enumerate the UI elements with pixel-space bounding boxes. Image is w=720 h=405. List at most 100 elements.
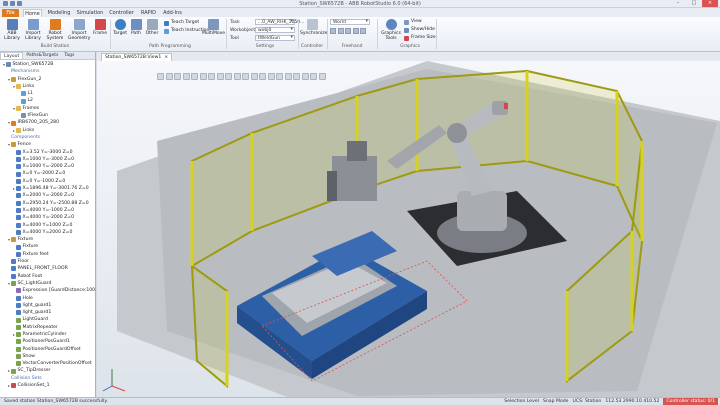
move-icon[interactable]: [330, 28, 336, 34]
tab-tags[interactable]: Tags: [61, 52, 77, 59]
view-tool-icon[interactable]: [174, 73, 181, 80]
view-tool-icon[interactable]: [182, 73, 190, 80]
tree-node[interactable]: tFlexGun: [0, 112, 95, 119]
view-tool-icon[interactable]: [157, 73, 164, 80]
tree-node[interactable]: X=0 Y=-2000 Z=0: [0, 170, 95, 177]
view-tool-icon[interactable]: [318, 73, 326, 80]
close-view-icon[interactable]: ×: [164, 54, 168, 61]
tree-node[interactable]: X=1000 Y=-2000 Z=0: [0, 163, 95, 170]
tree-category[interactable]: Components: [0, 134, 95, 141]
tab-home[interactable]: Home: [23, 9, 42, 17]
frame-button[interactable]: Frame: [92, 19, 108, 36]
view-tool-icon[interactable]: [225, 73, 232, 80]
view-tool-icon[interactable]: [250, 73, 258, 80]
tab-simulation[interactable]: Simulation: [76, 9, 104, 17]
jog-reorient-icon[interactable]: [360, 28, 366, 34]
robot-system-button[interactable]: Robot System: [45, 19, 65, 41]
tree-node[interactable]: ▸ X=1896.48 Y=-3001.76 Z=0: [0, 185, 95, 192]
tree-node[interactable]: ▾ IRB6700_205_280: [0, 119, 95, 126]
maximize-button[interactable]: □: [686, 0, 702, 7]
tree-node[interactable]: PANEL_FRONT_FLOOR: [0, 265, 95, 272]
tree-node[interactable]: light_guard1: [0, 309, 95, 316]
tree-node[interactable]: X=2950.24 Y=-2500.88 Z=0: [0, 200, 95, 207]
tree-node[interactable]: PositionerPosGuardOffset: [0, 346, 95, 353]
tab-controller[interactable]: Controller: [108, 9, 135, 17]
tree-node[interactable]: light_guard1: [0, 302, 95, 309]
tree-node[interactable]: X=4000 Y=-2000 Z=0: [0, 214, 95, 221]
view-tool-icon[interactable]: [242, 73, 249, 80]
tree-node[interactable]: X=4000 Y=1000 Z=0: [0, 222, 95, 229]
view-tab[interactable]: Station_SW6572B:View1 ×: [101, 53, 173, 61]
tree-node[interactable]: ▾ Fixture: [0, 236, 95, 243]
view-tool-icon[interactable]: [208, 73, 215, 80]
tab-rapid[interactable]: RAPID: [139, 9, 158, 17]
tree-node[interactable]: LightGuard: [0, 316, 95, 323]
controller-status-badge[interactable]: Controller status: 0/1: [663, 398, 718, 405]
tree-node[interactable]: ▾ SC_LightGuard: [0, 280, 95, 287]
tree-node[interactable]: ▾ Frames: [0, 105, 95, 112]
path-button[interactable]: Path: [129, 19, 143, 36]
tree-node[interactable]: ▾ Fence: [0, 141, 95, 148]
other-button[interactable]: Other: [144, 19, 160, 36]
snap-mode-button[interactable]: Snap Mode: [543, 398, 569, 405]
task-combo[interactable]: ...0_AW_RHK_1050...: [255, 19, 304, 25]
jog-joint-icon[interactable]: [345, 28, 351, 34]
jog-linear-icon[interactable]: [352, 28, 359, 34]
view-tool-icon[interactable]: [267, 73, 275, 80]
view-tool-icon[interactable]: [233, 73, 241, 80]
view-tool-icon[interactable]: [216, 73, 224, 80]
tree-node[interactable]: PositionerPosGuard1: [0, 338, 95, 345]
tree-node[interactable]: ▾ Station_SW6572B: [0, 61, 95, 68]
tree-node[interactable]: ▸ ParametricCylinder: [0, 331, 95, 338]
reference-frame-combo[interactable]: World: [330, 19, 370, 25]
tool-combo[interactable]: tWeldGun: [255, 35, 295, 41]
rotate-icon[interactable]: [337, 28, 344, 34]
tab-modeling[interactable]: Modeling: [46, 9, 72, 17]
teach-target-button[interactable]: Teach Target: [164, 20, 199, 26]
tree-node[interactable]: Show: [0, 353, 95, 360]
frame-size-button[interactable]: Frame Size: [404, 35, 436, 41]
3d-viewport[interactable]: [97, 61, 720, 397]
tree-category[interactable]: Collision Sets: [0, 375, 95, 382]
tree-node[interactable]: Fixture feet: [0, 251, 95, 258]
tree-node[interactable]: Floor: [0, 258, 95, 265]
abb-library-button[interactable]: ABB Library: [2, 19, 22, 41]
tree-node[interactable]: ▸ Links: [0, 127, 95, 134]
tree-node[interactable]: ▾ Links: [0, 83, 95, 90]
tree-category[interactable]: Mechanisms: [0, 68, 95, 75]
tree-node[interactable]: Expression [GuardDistance:1000]: [0, 287, 95, 294]
tree-node[interactable]: ▸ CollisionSet_1: [0, 382, 95, 389]
tree-node[interactable]: L1: [0, 90, 95, 97]
workobject-combo[interactable]: wobj0: [255, 27, 295, 33]
minimize-button[interactable]: –: [670, 0, 686, 7]
tree-node[interactable]: X=4000 Y=-1000 Z=0: [0, 207, 95, 214]
tree-node[interactable]: Fixture: [0, 243, 95, 250]
graphics-tools-button[interactable]: Graphics Tools: [380, 19, 402, 41]
tree-node[interactable]: ▾ FlexGun_2: [0, 76, 95, 83]
tree-node[interactable]: X=4000 Y=2000 Z=0: [0, 229, 95, 236]
view-tool-icon[interactable]: [310, 73, 317, 80]
import-geometry-button[interactable]: Import Geometry: [68, 19, 90, 41]
view-tool-icon[interactable]: [191, 73, 198, 80]
tree-node[interactable]: L2: [0, 97, 95, 104]
tab-layout[interactable]: Layout: [0, 52, 24, 59]
multimove-button[interactable]: MultiMove: [202, 19, 225, 36]
view-tool-icon[interactable]: [259, 73, 266, 80]
target-button[interactable]: Target: [112, 19, 128, 36]
close-button[interactable]: ×: [702, 0, 718, 7]
view-tool-icon[interactable]: [199, 73, 207, 80]
tree-node[interactable]: Robot Foot: [0, 273, 95, 280]
import-library-button[interactable]: Import Library: [23, 19, 43, 41]
view-tool-icon[interactable]: [284, 73, 292, 80]
tree-node[interactable]: MatrixRepeater: [0, 324, 95, 331]
tree-node[interactable]: X=3.52 Y=-3000 Z=0: [0, 149, 95, 156]
show-hide-button[interactable]: Show/Hide: [404, 27, 435, 33]
view-tool-icon[interactable]: [165, 73, 173, 80]
tree-node[interactable]: X=2000 Y=-2000 Z=0: [0, 192, 95, 199]
tab-paths-targets[interactable]: Paths&Targets: [23, 52, 61, 59]
view-tool-icon[interactable]: [301, 73, 309, 80]
tree-node[interactable]: Hole: [0, 295, 95, 302]
view-tool-icon[interactable]: [276, 73, 283, 80]
selection-level-button[interactable]: Selection Level: [504, 398, 539, 405]
tree-node[interactable]: VectorConverterPositionOffset: [0, 360, 95, 367]
